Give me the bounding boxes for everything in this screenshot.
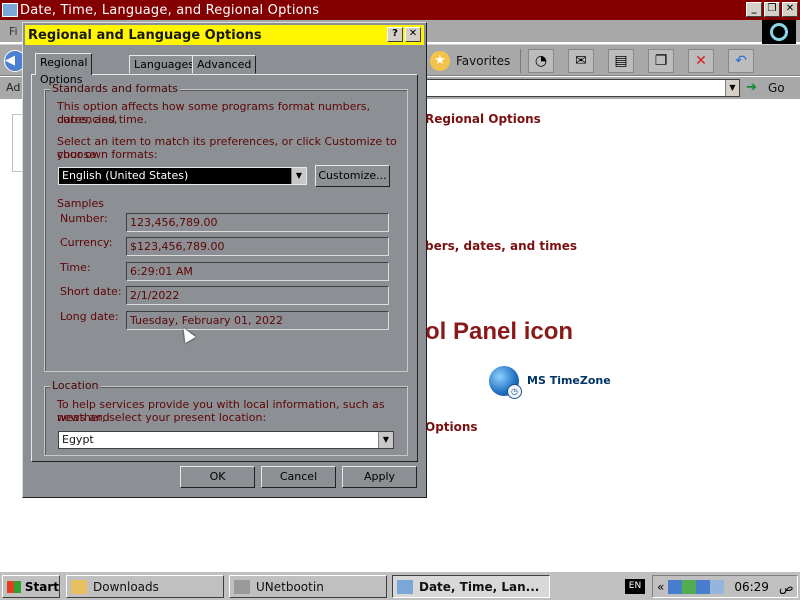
- dialog-title: Regional and Language Options: [28, 27, 262, 43]
- favorites-button[interactable]: ★ Favorites: [430, 48, 510, 74]
- location-desc-line2: weather, select your present location:: [57, 411, 267, 424]
- help-button[interactable]: ?: [387, 27, 403, 42]
- sample-long-date-label: Long date:: [60, 310, 119, 323]
- customize-button[interactable]: Customize...: [315, 165, 390, 187]
- star-icon: ★: [430, 51, 450, 71]
- tray-expand-icon[interactable]: «: [657, 580, 664, 594]
- sample-currency-value: $123,456,789.00: [126, 237, 389, 256]
- windows-flag-icon: [7, 580, 21, 593]
- sample-long-date-value: Tuesday, February 01, 2022: [126, 311, 389, 330]
- unetbootin-icon: [234, 579, 250, 594]
- tray-clock[interactable]: 06:29: [734, 580, 769, 594]
- location-select[interactable]: Egypt ▼: [58, 431, 394, 449]
- undo-icon[interactable]: ↶: [728, 49, 754, 73]
- clock-icon: ◷: [507, 384, 522, 399]
- taskbar: Start Downloads UNetbootin Date, Time, L…: [0, 571, 800, 600]
- control-panel-icon: [397, 579, 413, 594]
- tray-ampm: ص: [778, 579, 794, 594]
- toolbar-separator: [520, 49, 521, 73]
- numbers-dates-times-link[interactable]: bers, dates, and times: [425, 239, 577, 253]
- sample-time-value: 6:29:01 AM: [126, 262, 389, 281]
- restore-button[interactable]: ❐: [764, 2, 780, 17]
- ring-icon: [770, 23, 788, 41]
- dialog-close-button[interactable]: ✕: [405, 27, 421, 42]
- tab-regional-options[interactable]: Regional Options: [35, 53, 93, 86]
- folder-icon: [71, 579, 87, 594]
- minimize-button[interactable]: _: [746, 2, 762, 17]
- task-date-time[interactable]: Date, Time, Lan...: [392, 575, 550, 598]
- standards-desc-line2: dates, and time.: [57, 113, 148, 126]
- format-select-value: English (United States): [62, 169, 189, 182]
- start-label: Start: [24, 579, 59, 594]
- close-window-button[interactable]: ✕: [782, 2, 798, 17]
- options-link[interactable]: Options: [425, 420, 478, 434]
- chevron-down-icon[interactable]: ▼: [378, 432, 393, 448]
- sample-number-value: 123,456,789.00: [126, 213, 389, 232]
- cancel-button[interactable]: Cancel: [261, 466, 336, 488]
- go-arrow-icon[interactable]: ➔: [746, 80, 764, 96]
- address-dropdown-icon[interactable]: ▼: [725, 80, 739, 96]
- ms-timezone-link[interactable]: MS TimeZone: [527, 374, 611, 387]
- timezone-globe-icon[interactable]: ◷: [489, 366, 522, 399]
- delete-icon[interactable]: ✕: [688, 49, 714, 73]
- task-unetbootin-label: UNetbootin: [256, 579, 324, 594]
- address-label: Ad: [6, 81, 21, 94]
- task-date-time-label: Date, Time, Lan...: [419, 579, 540, 594]
- mail-icon[interactable]: ✉: [568, 49, 594, 73]
- throbber-logo: [762, 20, 796, 44]
- back-arrow-icon: ◀: [5, 53, 15, 68]
- format-select[interactable]: English (United States) ▼: [58, 167, 307, 185]
- regional-options-link[interactable]: Regional Options: [425, 112, 541, 126]
- standards-desc-line4: your own formats:: [57, 148, 158, 161]
- system-tray: « 06:29 ص: [652, 575, 798, 598]
- move-to-icon[interactable]: ▤: [608, 49, 634, 73]
- regional-language-dialog: Regional and Language Options ? ✕ Region…: [22, 22, 427, 498]
- sample-time-label: Time:: [60, 261, 91, 274]
- language-indicator[interactable]: EN: [625, 579, 645, 594]
- history-icon[interactable]: ◔: [528, 49, 554, 73]
- address-input[interactable]: ▼: [420, 79, 740, 97]
- start-button[interactable]: Start: [2, 575, 60, 598]
- menu-file[interactable]: Fi: [9, 25, 18, 38]
- samples-heading: Samples: [57, 197, 104, 210]
- sample-number-label: Number:: [60, 212, 108, 225]
- favorites-label: Favorites: [456, 54, 511, 68]
- main-window-titlebar[interactable]: Date, Time, Language, and Regional Optio…: [0, 0, 800, 20]
- location-legend: Location: [50, 379, 101, 392]
- copy-to-icon[interactable]: ❐: [648, 49, 674, 73]
- location-select-value: Egypt: [62, 433, 94, 446]
- tab-advanced[interactable]: Advanced: [192, 55, 257, 74]
- sample-short-date-label: Short date:: [60, 285, 122, 298]
- task-downloads[interactable]: Downloads: [66, 575, 224, 598]
- tab-languages[interactable]: Languages: [129, 55, 200, 74]
- dialog-title-buttons: ? ✕: [387, 27, 421, 42]
- sample-currency-label: Currency:: [60, 236, 113, 249]
- chevron-down-icon[interactable]: ▼: [291, 168, 306, 184]
- dialog-titlebar[interactable]: Regional and Language Options ? ✕: [25, 25, 424, 45]
- control-panel-icon-heading: ol Panel icon: [425, 318, 574, 345]
- main-window-title: Date, Time, Language, and Regional Optio…: [20, 2, 320, 18]
- window-icon: [2, 3, 18, 17]
- regional-options-panel: Standards and formats This option affect…: [31, 74, 418, 462]
- task-unetbootin[interactable]: UNetbootin: [229, 575, 387, 598]
- sample-short-date-value: 2/1/2022: [126, 286, 389, 305]
- go-button[interactable]: Go: [768, 81, 785, 95]
- task-downloads-label: Downloads: [93, 579, 159, 594]
- apply-button[interactable]: Apply: [342, 466, 417, 488]
- ok-button[interactable]: OK: [180, 466, 255, 488]
- tray-icons[interactable]: [668, 579, 725, 594]
- location-group: Location To help services provide you wi…: [44, 379, 408, 456]
- window-controls: _ ❐ ✕: [746, 2, 798, 17]
